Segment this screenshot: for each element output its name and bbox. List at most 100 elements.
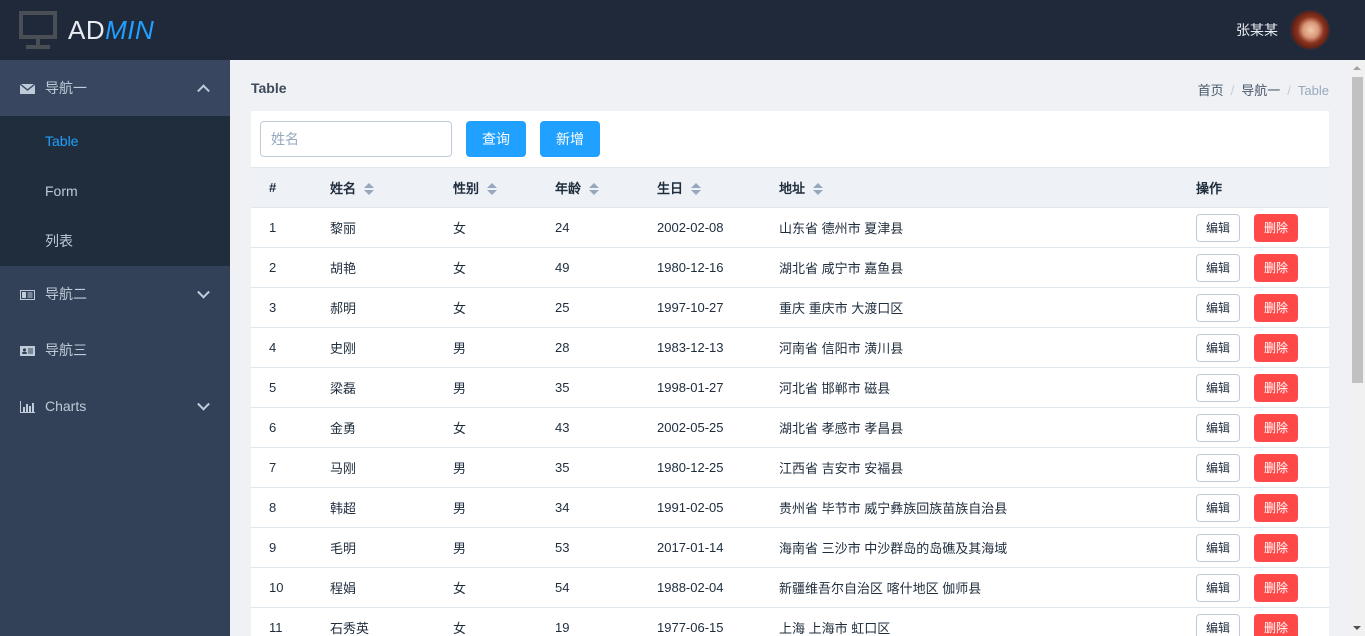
table-row: 9 毛明 男 53 2017-01-14 海南省 三沙市 中沙群岛的岛礁及其海域 编辑 删除 bbox=[251, 528, 1329, 568]
sidebar-item-table[interactable]: Table bbox=[0, 116, 230, 166]
cell-birthday: 1997-10-27 bbox=[657, 300, 724, 315]
table-row: 8 韩超 男 34 1991-02-05 贵州省 毕节市 威宁彝族回族苗族自治县 编辑 删除 bbox=[251, 488, 1329, 528]
name-search-input[interactable] bbox=[260, 121, 452, 157]
cell-index: 5 bbox=[269, 380, 277, 395]
edit-button[interactable]: 编辑 bbox=[1196, 413, 1240, 442]
cell-index: 11 bbox=[269, 620, 283, 635]
address-card-icon bbox=[20, 344, 35, 356]
cell-birthday: 1980-12-25 bbox=[657, 460, 724, 475]
edit-button[interactable]: 编辑 bbox=[1196, 293, 1240, 322]
cell-age: 35 bbox=[555, 380, 570, 395]
query-button[interactable]: 查询 bbox=[466, 121, 526, 157]
add-button[interactable]: 新增 bbox=[540, 121, 600, 157]
sort-caret-icon[interactable] bbox=[589, 182, 600, 197]
scroll-down-arrow-icon[interactable] bbox=[1353, 626, 1361, 630]
edit-button[interactable]: 编辑 bbox=[1196, 613, 1240, 636]
cell-gender: 男 bbox=[453, 541, 467, 556]
sidebar-item-form[interactable]: Form bbox=[0, 166, 230, 216]
sort-caret-icon[interactable] bbox=[487, 182, 498, 197]
edit-button[interactable]: 编辑 bbox=[1196, 253, 1240, 282]
delete-button[interactable]: 删除 bbox=[1254, 373, 1298, 402]
cell-age: 28 bbox=[555, 340, 570, 355]
edit-button[interactable]: 编辑 bbox=[1196, 493, 1240, 522]
breadcrumb-current: Table bbox=[1297, 83, 1329, 98]
cell-index: 3 bbox=[269, 300, 277, 315]
column-header-label: 年龄 bbox=[555, 181, 582, 196]
delete-button[interactable]: 删除 bbox=[1254, 213, 1298, 242]
logo-text-main: AD bbox=[68, 14, 106, 45]
logo-text: ADMIN bbox=[68, 15, 154, 46]
cell-actions: 编辑 删除 bbox=[1178, 248, 1329, 288]
breadcrumb: 首页 / 导航一 / Table bbox=[1198, 80, 1329, 99]
id-card-icon bbox=[20, 288, 35, 300]
sort-caret-icon[interactable] bbox=[691, 182, 702, 197]
sidebar-group-label: 导航二 bbox=[45, 286, 87, 302]
scroll-thumb[interactable] bbox=[1352, 77, 1363, 383]
breadcrumb-nav1[interactable]: 导航一 bbox=[1241, 83, 1280, 98]
delete-button[interactable]: 删除 bbox=[1254, 253, 1298, 282]
cell-birthday: 1991-02-05 bbox=[657, 500, 724, 515]
cell-birthday: 2002-02-08 bbox=[657, 220, 724, 235]
user-avatar[interactable] bbox=[1290, 10, 1330, 50]
cell-name: 胡艳 bbox=[330, 261, 357, 276]
edit-button[interactable]: 编辑 bbox=[1196, 453, 1240, 482]
delete-button[interactable]: 删除 bbox=[1254, 333, 1298, 362]
cell-name: 韩超 bbox=[330, 501, 357, 516]
cell-birthday: 1988-02-04 bbox=[657, 580, 724, 595]
sidebar-group-nav3[interactable]: 导航三 bbox=[0, 322, 230, 378]
breadcrumb-home[interactable]: 首页 bbox=[1198, 83, 1224, 98]
sidebar-group-charts[interactable]: Charts bbox=[0, 378, 230, 434]
delete-button[interactable]: 删除 bbox=[1254, 453, 1298, 482]
edit-button[interactable]: 编辑 bbox=[1196, 333, 1240, 362]
edit-button[interactable]: 编辑 bbox=[1196, 573, 1240, 602]
column-header-age[interactable]: 年龄 bbox=[537, 167, 639, 208]
delete-button[interactable]: 删除 bbox=[1254, 493, 1298, 522]
column-header-index: # bbox=[251, 167, 312, 208]
user-menu[interactable]: 张某某 bbox=[1236, 10, 1365, 50]
column-header-name[interactable]: 姓名 bbox=[312, 167, 435, 208]
cell-name: 石秀英 bbox=[330, 621, 370, 636]
cell-gender: 女 bbox=[453, 621, 467, 636]
cell-address: 河北省 邯郸市 磁县 bbox=[779, 381, 891, 396]
table-panel: 查询 新增 #姓名性别年龄生日地址操作 1黎丽女242002-02-08山东省 … bbox=[251, 111, 1329, 636]
cell-actions: 编辑 删除 bbox=[1178, 528, 1329, 568]
cell-address: 海南省 三沙市 中沙群岛的岛礁及其海域 bbox=[779, 541, 1008, 556]
logo[interactable]: ADMIN bbox=[0, 0, 154, 60]
chevron-up-icon bbox=[197, 84, 210, 98]
column-header-label: 性别 bbox=[453, 181, 480, 196]
cell-name: 程娟 bbox=[330, 581, 357, 596]
top-header: ADMIN 张某某 bbox=[0, 0, 1365, 60]
main-content: Table 首页 / 导航一 / Table 查询 新增 # 姓名 性别 年龄 生日 地址 操作 1… bbox=[230, 60, 1350, 636]
page-scrollbar[interactable] bbox=[1350, 60, 1365, 636]
cell-age: 24 bbox=[555, 220, 570, 235]
cell-actions: 编辑 删除 bbox=[1178, 328, 1329, 368]
column-header-birthday[interactable]: 生日 bbox=[639, 167, 761, 208]
table-row: 4 史刚 男 28 1983-12-13 河南省 信阳市 潢川县 编辑 删除 bbox=[251, 328, 1329, 368]
cell-birthday: 1983-12-13 bbox=[657, 340, 724, 355]
sort-caret-icon[interactable] bbox=[813, 182, 824, 197]
cell-actions: 编辑 删除 bbox=[1178, 448, 1329, 488]
column-header-label: 地址 bbox=[779, 181, 806, 196]
edit-button[interactable]: 编辑 bbox=[1196, 533, 1240, 562]
sidebar-item-list[interactable]: 列表 bbox=[0, 216, 230, 266]
cell-index: 7 bbox=[269, 460, 277, 475]
cell-birthday: 2002-05-25 bbox=[657, 420, 724, 435]
cell-index: 6 bbox=[269, 420, 277, 435]
delete-button[interactable]: 删除 bbox=[1254, 533, 1298, 562]
column-header-gender[interactable]: 性别 bbox=[435, 167, 537, 208]
delete-button[interactable]: 删除 bbox=[1254, 293, 1298, 322]
edit-button[interactable]: 编辑 bbox=[1196, 213, 1240, 242]
user-name[interactable]: 张某某 bbox=[1236, 20, 1278, 40]
chevron-down-icon bbox=[197, 397, 210, 411]
delete-button[interactable]: 删除 bbox=[1254, 573, 1298, 602]
scroll-up-arrow-icon[interactable] bbox=[1353, 66, 1361, 70]
sidebar-group-nav1[interactable]: 导航一 bbox=[0, 60, 230, 116]
sidebar-group-nav2[interactable]: 导航二 bbox=[0, 266, 230, 322]
column-header-address[interactable]: 地址 bbox=[761, 167, 1178, 208]
sort-caret-icon[interactable] bbox=[364, 182, 375, 197]
column-header-actions: 操作 bbox=[1178, 167, 1329, 208]
delete-button[interactable]: 删除 bbox=[1254, 413, 1298, 442]
edit-button[interactable]: 编辑 bbox=[1196, 373, 1240, 402]
delete-button[interactable]: 删除 bbox=[1254, 613, 1298, 636]
cell-index: 2 bbox=[269, 260, 277, 275]
